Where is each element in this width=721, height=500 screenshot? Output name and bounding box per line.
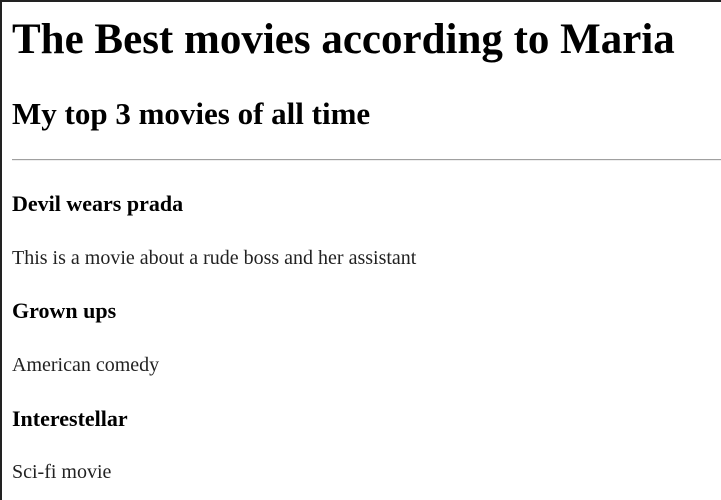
page-subtitle: My top 3 movies of all time xyxy=(12,96,371,131)
movie-description: American comedy xyxy=(12,354,160,376)
movie-title: Devil wears prada xyxy=(12,191,184,216)
divider xyxy=(12,159,721,161)
movie-title: Grown ups xyxy=(12,298,117,323)
movie-title: Interestellar xyxy=(12,406,128,431)
movie-description: Sci-fi movie xyxy=(12,461,112,483)
page-title: The Best movies according to Maria xyxy=(12,16,675,63)
movie-description: This is a movie about a rude boss and he… xyxy=(12,247,417,269)
